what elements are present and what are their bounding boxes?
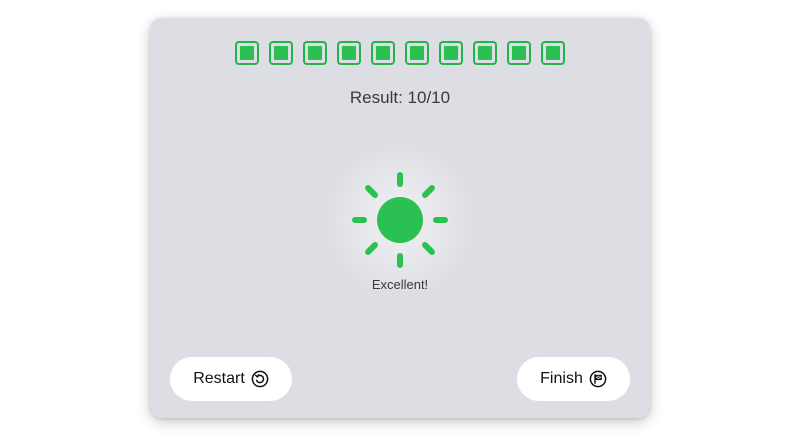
restart-button-label: Restart xyxy=(193,370,245,387)
result-caption: Excellent! xyxy=(371,277,429,292)
progress-step xyxy=(371,41,395,65)
checkered-flag-icon xyxy=(589,370,607,388)
quiz-result-card: Result: 10/10 Excellent! Restart Finish xyxy=(150,18,650,418)
progress-step xyxy=(405,41,429,65)
finish-button-label: Finish xyxy=(540,370,583,387)
progress-step xyxy=(507,41,531,65)
progress-step xyxy=(235,41,259,65)
progress-indicator xyxy=(150,41,650,65)
restart-button[interactable]: Restart xyxy=(170,357,292,401)
progress-step xyxy=(439,41,463,65)
progress-step xyxy=(473,41,497,65)
result-emblem xyxy=(325,145,475,295)
finish-button[interactable]: Finish xyxy=(517,357,630,401)
result-score: Result: 10/10 xyxy=(349,88,451,107)
progress-step xyxy=(303,41,327,65)
progress-step xyxy=(541,41,565,65)
progress-step xyxy=(337,41,361,65)
progress-step xyxy=(269,41,293,65)
sun-icon xyxy=(352,172,448,268)
restart-icon xyxy=(251,370,269,388)
